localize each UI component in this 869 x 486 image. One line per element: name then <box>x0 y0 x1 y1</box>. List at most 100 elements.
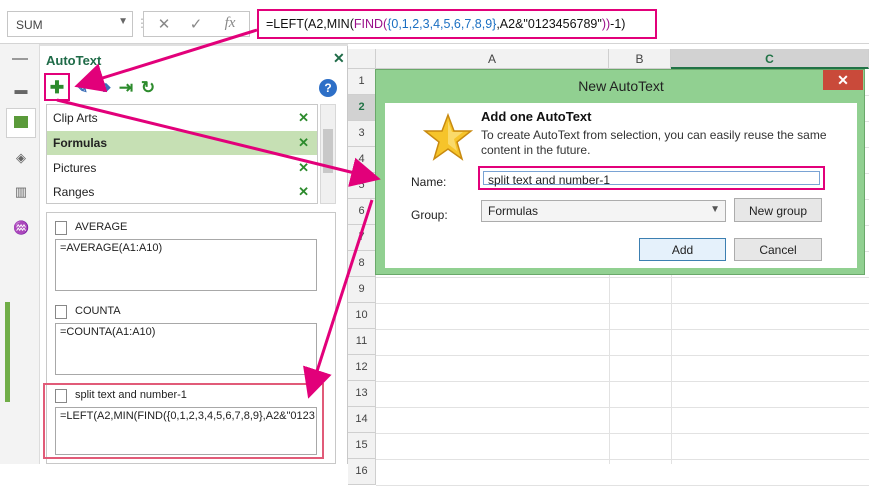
star-icon <box>423 113 473 161</box>
autotext-entry[interactable]: AVERAGE =AVERAGE(A1:A10) <box>55 221 327 291</box>
help-icon[interactable]: ? <box>319 79 337 97</box>
group-select-value: Formulas <box>488 204 539 218</box>
formula-text-array: {0,1,2,3,4,5,6,7,8,9} <box>387 17 497 31</box>
column-header-row: A B C <box>348 49 869 69</box>
formula-text-start: =LEFT(A2,MIN( <box>266 17 354 31</box>
category-item[interactable]: Pictures ✕ <box>47 156 317 180</box>
row-line <box>376 433 869 434</box>
refresh-icon[interactable]: ↻ <box>138 78 158 98</box>
dialog-body: Add one AutoText To create AutoText from… <box>385 103 857 268</box>
group-label: Group: <box>411 208 448 222</box>
dialog-heading: Add one AutoText <box>481 109 592 124</box>
cancel-button[interactable]: Cancel <box>734 238 822 261</box>
row-line <box>376 277 869 278</box>
row-header[interactable]: 6 <box>348 199 376 225</box>
category-item-selected[interactable]: Formulas ✕ <box>47 131 317 155</box>
menu-icon[interactable] <box>12 58 28 60</box>
dialog-close-button[interactable]: ✕ <box>823 70 863 90</box>
name-box-value: SUM <box>16 18 43 32</box>
category-label: Clip Arts <box>53 111 98 125</box>
formula-text-find: FIND( <box>353 17 388 31</box>
plus-icon[interactable]: ✚ <box>47 78 67 98</box>
entry-content[interactable]: =COUNTA(A1:A10) <box>55 323 317 375</box>
document-icon <box>55 305 67 319</box>
category-item[interactable]: Clip Arts ✕ <box>47 106 317 130</box>
autotext-entry[interactable]: COUNTA =COUNTA(A1:A10) <box>55 305 327 375</box>
row-header[interactable]: 7 <box>348 225 376 251</box>
entry-header: AVERAGE <box>55 221 327 237</box>
group-select[interactable]: Formulas ▼ <box>481 200 726 222</box>
row-header[interactable]: 5 <box>348 173 376 199</box>
row-header[interactable]: 12 <box>348 355 376 381</box>
side-rail: ▬ ◈ ▥ ♒ <box>0 44 40 464</box>
row-header[interactable]: 3 <box>348 121 376 147</box>
enter-icon[interactable]: ✓ <box>182 15 210 35</box>
autotext-icon <box>14 116 28 128</box>
category-label: Pictures <box>53 161 97 175</box>
move-icon[interactable]: ➔ <box>94 78 114 98</box>
select-all-corner[interactable] <box>348 49 376 69</box>
delete-icon[interactable]: ✕ <box>298 160 309 176</box>
name-field[interactable]: split text and number-1 <box>483 171 820 187</box>
add-button[interactable]: Add <box>639 238 726 261</box>
columns-icon[interactable]: ▥ <box>13 184 29 199</box>
chevron-down-icon[interactable]: ▼ <box>118 16 128 27</box>
delete-icon[interactable]: ✕ <box>298 110 309 126</box>
insert-icon[interactable]: ⇥ <box>116 78 136 98</box>
entry-name: COUNTA <box>75 305 121 317</box>
panel-close-button[interactable]: ✕ <box>333 50 345 67</box>
entry-header: COUNTA <box>55 305 327 321</box>
entry-content[interactable]: =AVERAGE(A1:A10) <box>55 239 317 291</box>
row-header[interactable]: 16 <box>348 459 376 485</box>
row-header[interactable]: 10 <box>348 303 376 329</box>
cancel-icon[interactable]: ✕ <box>150 15 178 35</box>
category-item[interactable]: Ranges ✕ <box>47 180 317 204</box>
category-scrollbar[interactable] <box>320 104 336 204</box>
formula-text-mid: ,A2&"0123456789" <box>496 17 602 31</box>
name-box[interactable]: SUM ▼ <box>7 11 133 37</box>
row-line <box>376 329 869 330</box>
row-header[interactable]: 2 <box>348 95 376 121</box>
row-header[interactable]: 13 <box>348 381 376 407</box>
row-header[interactable]: 8 <box>348 251 376 277</box>
column-header[interactable]: A <box>376 49 609 69</box>
binoculars-icon[interactable]: ♒ <box>13 220 29 235</box>
category-label: Formulas <box>53 136 108 150</box>
row-line <box>376 381 869 382</box>
chevron-down-icon[interactable]: ▼ <box>710 204 720 215</box>
dialog-description: To create AutoText from selection, you c… <box>481 128 827 157</box>
row-header[interactable]: 1 <box>348 69 376 95</box>
delete-icon[interactable]: ✕ <box>298 184 309 200</box>
scrollbar-thumb[interactable] <box>323 129 333 173</box>
row-line <box>376 355 869 356</box>
new-group-button[interactable]: New group <box>734 198 822 222</box>
column-header-selected[interactable]: C <box>671 49 869 69</box>
category-list: Clip Arts ✕ Formulas ✕ Pictures ✕ Ranges… <box>46 104 318 204</box>
edit-icon[interactable]: ✎ <box>72 78 92 98</box>
insert-function-icon[interactable]: fx <box>216 15 244 35</box>
column-header[interactable]: B <box>609 49 671 69</box>
formula-bar: SUM ▼ ⋮ ✕ ✓ fx =LEFT(A2,MIN(FIND({0,1,2,… <box>0 0 869 44</box>
panel-top-border <box>40 44 348 46</box>
row-header[interactable]: 4 <box>348 147 376 173</box>
delete-icon[interactable]: ✕ <box>298 135 309 151</box>
row-header[interactable]: 11 <box>348 329 376 355</box>
formula-buttons: ✕ ✓ fx <box>143 11 250 37</box>
category-label: Ranges <box>53 185 95 199</box>
formula-input[interactable]: =LEFT(A2,MIN(FIND({0,1,2,3,4,5,6,7,8,9},… <box>257 9 657 39</box>
row-line <box>376 407 869 408</box>
autotext-tab[interactable] <box>6 108 36 138</box>
layers-icon[interactable]: ◈ <box>13 150 29 165</box>
dialog-title: New AutoText <box>578 78 664 94</box>
entry-name: AVERAGE <box>75 221 128 233</box>
new-entry-highlight <box>43 383 324 459</box>
comment-icon[interactable]: ▬ <box>13 82 29 97</box>
row-header[interactable]: 14 <box>348 407 376 433</box>
new-autotext-dialog: New AutoText ✕ Add one AutoText To creat… <box>375 69 865 275</box>
name-field-highlight: split text and number-1 <box>478 166 825 190</box>
row-header[interactable]: 15 <box>348 433 376 459</box>
collapse-handle[interactable] <box>5 302 10 402</box>
row-header[interactable]: 9 <box>348 277 376 303</box>
row-line <box>376 303 869 304</box>
row-line <box>376 459 869 460</box>
